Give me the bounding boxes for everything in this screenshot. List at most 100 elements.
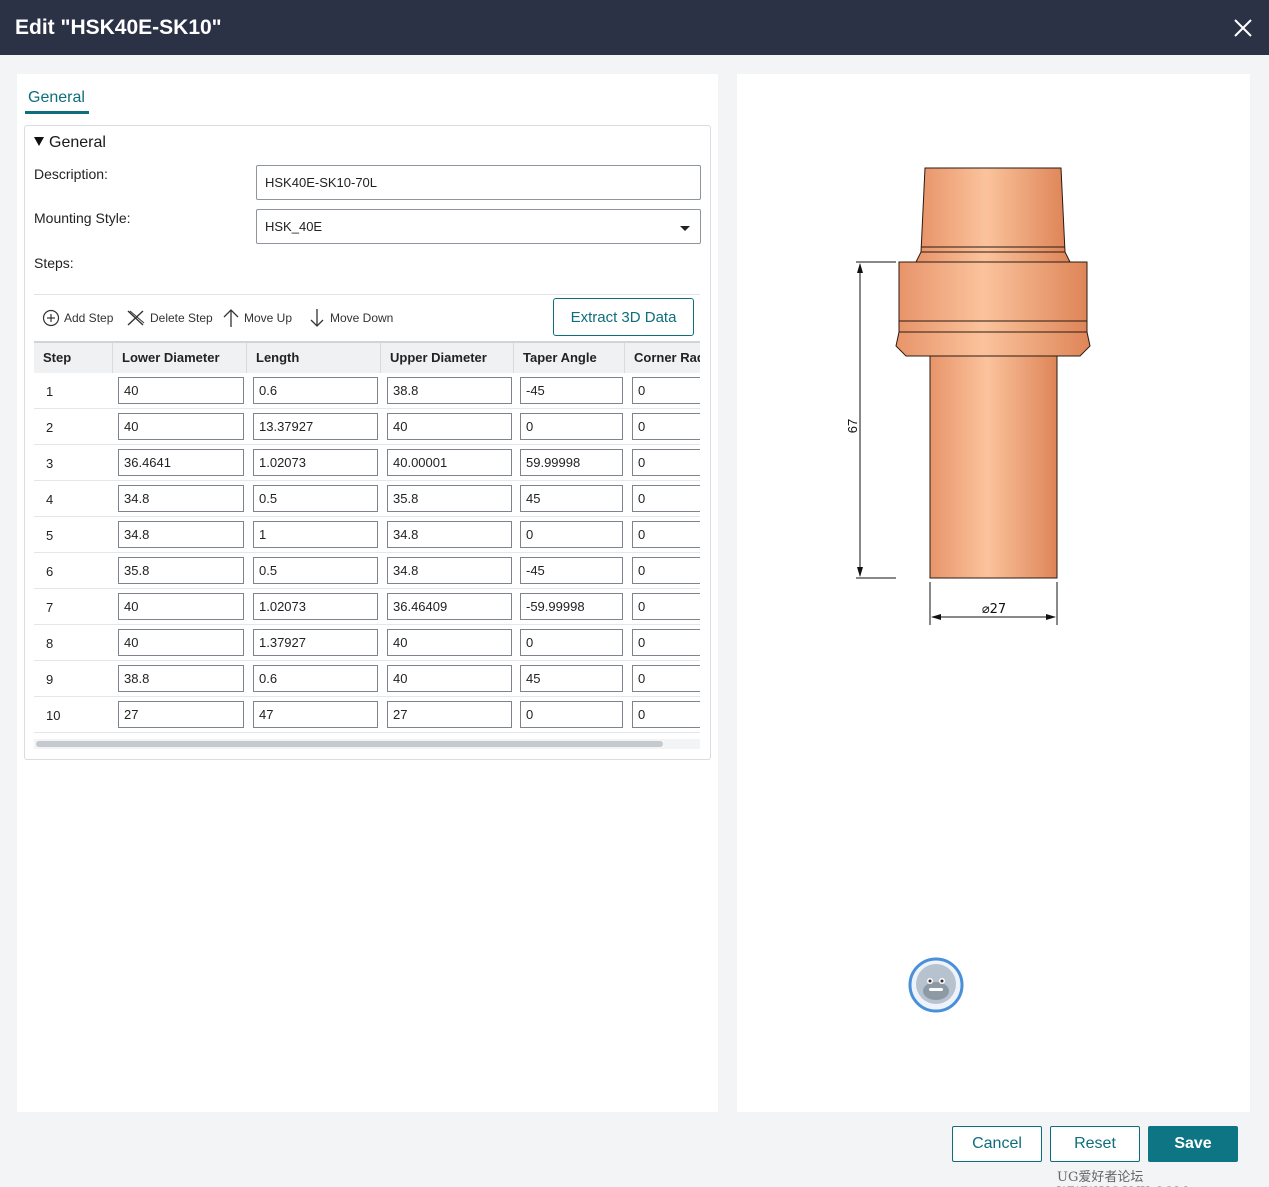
lower-diameter-input[interactable]: 38.8 [118, 665, 244, 692]
table-row: 6 35.8 0.5 34.8 -45 0 [34, 553, 700, 589]
upper-diameter-input[interactable]: 36.46409 [387, 593, 512, 620]
cancel-button[interactable]: Cancel [952, 1126, 1042, 1162]
lower-diameter-input[interactable]: 40 [118, 629, 244, 656]
extract-3d-data-button[interactable]: Extract 3D Data [553, 298, 694, 336]
corner-radius-input[interactable]: 0 [632, 521, 700, 548]
lower-diameter-input[interactable]: 40 [118, 377, 244, 404]
taper-angle-input[interactable]: -59.99998 [520, 593, 623, 620]
horizontal-scrollbar[interactable] [34, 739, 700, 749]
table-row: 8 40 1.37927 40 0 0 [34, 625, 700, 661]
col-length: Length [247, 343, 381, 373]
tab-general[interactable]: General [28, 89, 85, 107]
reset-button[interactable]: Reset [1050, 1126, 1140, 1162]
section-header[interactable]: General [34, 134, 106, 152]
delete-step-button[interactable]: Delete Step [126, 307, 213, 329]
step-number: 6 [46, 564, 54, 579]
length-input[interactable]: 0.5 [253, 557, 378, 584]
step-number: 2 [46, 420, 54, 435]
scrollbar-thumb[interactable] [36, 741, 663, 747]
lower-diameter-input[interactable]: 27 [118, 701, 244, 728]
col-corner-radius: Corner Rad [625, 343, 700, 373]
collapse-triangle-icon[interactable] [34, 137, 44, 146]
step-number: 4 [46, 492, 54, 507]
upper-diameter-input[interactable]: 40 [387, 413, 512, 440]
arrow-up-icon [223, 309, 239, 327]
corner-radius-input[interactable]: 0 [632, 593, 700, 620]
taper-angle-input[interactable]: 0 [520, 701, 623, 728]
lower-diameter-input[interactable]: 40 [118, 413, 244, 440]
description-label: Description: [34, 166, 108, 182]
move-up-button[interactable]: Move Up [222, 307, 292, 329]
arrow-down-icon [310, 309, 324, 327]
taper-angle-input[interactable]: 0 [520, 413, 623, 440]
table-row: 2 40 13.37927 40 0 0 [34, 409, 700, 445]
taper-angle-input[interactable]: -45 [520, 557, 623, 584]
upper-diameter-input[interactable]: 34.8 [387, 557, 512, 584]
table-row: 10 27 47 27 0 0 [34, 697, 700, 733]
close-icon[interactable] [1230, 15, 1256, 41]
taper-angle-input[interactable]: 0 [520, 629, 623, 656]
save-button[interactable]: Save [1148, 1126, 1238, 1162]
taper-angle-input[interactable]: 45 [520, 665, 623, 692]
length-input[interactable]: 1 [253, 521, 378, 548]
toolbar-divider [34, 294, 700, 295]
assistant-avatar-icon[interactable] [908, 957, 964, 1013]
lower-diameter-input[interactable]: 34.8 [118, 521, 244, 548]
length-input[interactable]: 1.02073 [253, 593, 378, 620]
step-number: 5 [46, 528, 54, 543]
taper-angle-input[interactable]: -45 [520, 377, 623, 404]
upper-diameter-input[interactable]: 40 [387, 629, 512, 656]
upper-diameter-input[interactable]: 27 [387, 701, 512, 728]
chevron-down-icon[interactable] [680, 226, 690, 231]
step-number: 10 [46, 708, 61, 723]
height-dimension-label: 67 [845, 419, 860, 433]
dialog-title: Edit "HSK40E-SK10" [15, 16, 222, 39]
table-row: 5 34.8 1 34.8 0 0 [34, 517, 700, 553]
corner-radius-input[interactable]: 0 [632, 557, 700, 584]
lower-diameter-input[interactable]: 35.8 [118, 557, 244, 584]
upper-diameter-input[interactable]: 40.00001 [387, 449, 512, 476]
taper-angle-input[interactable]: 45 [520, 485, 623, 512]
length-input[interactable]: 47 [253, 701, 378, 728]
upper-diameter-input[interactable]: 34.8 [387, 521, 512, 548]
col-step: Step [34, 343, 113, 373]
lower-diameter-input[interactable]: 36.4641 [118, 449, 244, 476]
table-row: 1 40 0.6 38.8 -45 0 [34, 373, 700, 409]
mounting-style-select[interactable]: HSK_40E [256, 209, 701, 244]
corner-radius-input[interactable]: 0 [632, 377, 700, 404]
taper-angle-input[interactable]: 59.99998 [520, 449, 623, 476]
step-number: 1 [46, 384, 54, 399]
length-input[interactable]: 1.37927 [253, 629, 378, 656]
col-taper-angle: Taper Angle [514, 343, 625, 373]
move-down-label: Move Down [330, 311, 394, 325]
table-row: 7 40 1.02073 36.46409 -59.99998 0 [34, 589, 700, 625]
upper-diameter-input[interactable]: 35.8 [387, 485, 512, 512]
corner-radius-input[interactable]: 0 [632, 665, 700, 692]
length-input[interactable]: 0.5 [253, 485, 378, 512]
move-down-button[interactable]: Move Down [308, 307, 393, 329]
upper-diameter-input[interactable]: 40 [387, 665, 512, 692]
add-step-button[interactable]: Add Step [42, 307, 113, 329]
upper-diameter-input[interactable]: 38.8 [387, 377, 512, 404]
length-input[interactable]: 13.37927 [253, 413, 378, 440]
lower-diameter-input[interactable]: 40 [118, 593, 244, 620]
title-bar: Edit "HSK40E-SK10" [0, 0, 1269, 55]
taper-angle-input[interactable]: 0 [520, 521, 623, 548]
length-input[interactable]: 0.6 [253, 665, 378, 692]
corner-radius-input[interactable]: 0 [632, 701, 700, 728]
steps-label: Steps: [34, 255, 74, 271]
col-upper-diameter: Upper Diameter [381, 343, 514, 373]
corner-radius-input[interactable]: 0 [632, 629, 700, 656]
active-tab-indicator [25, 111, 89, 114]
length-input[interactable]: 1.02073 [253, 449, 378, 476]
corner-radius-input[interactable]: 0 [632, 413, 700, 440]
lower-diameter-input[interactable]: 34.8 [118, 485, 244, 512]
corner-radius-input[interactable]: 0 [632, 485, 700, 512]
length-input[interactable]: 0.6 [253, 377, 378, 404]
holder-shape [895, 167, 1091, 579]
plus-circle-icon [42, 309, 60, 327]
delete-scissors-icon [127, 310, 145, 326]
diameter-dimension-label: ⌀27 [982, 602, 1006, 617]
description-input[interactable]: HSK40E-SK10-70L [256, 165, 701, 200]
corner-radius-input[interactable]: 0 [632, 449, 700, 476]
